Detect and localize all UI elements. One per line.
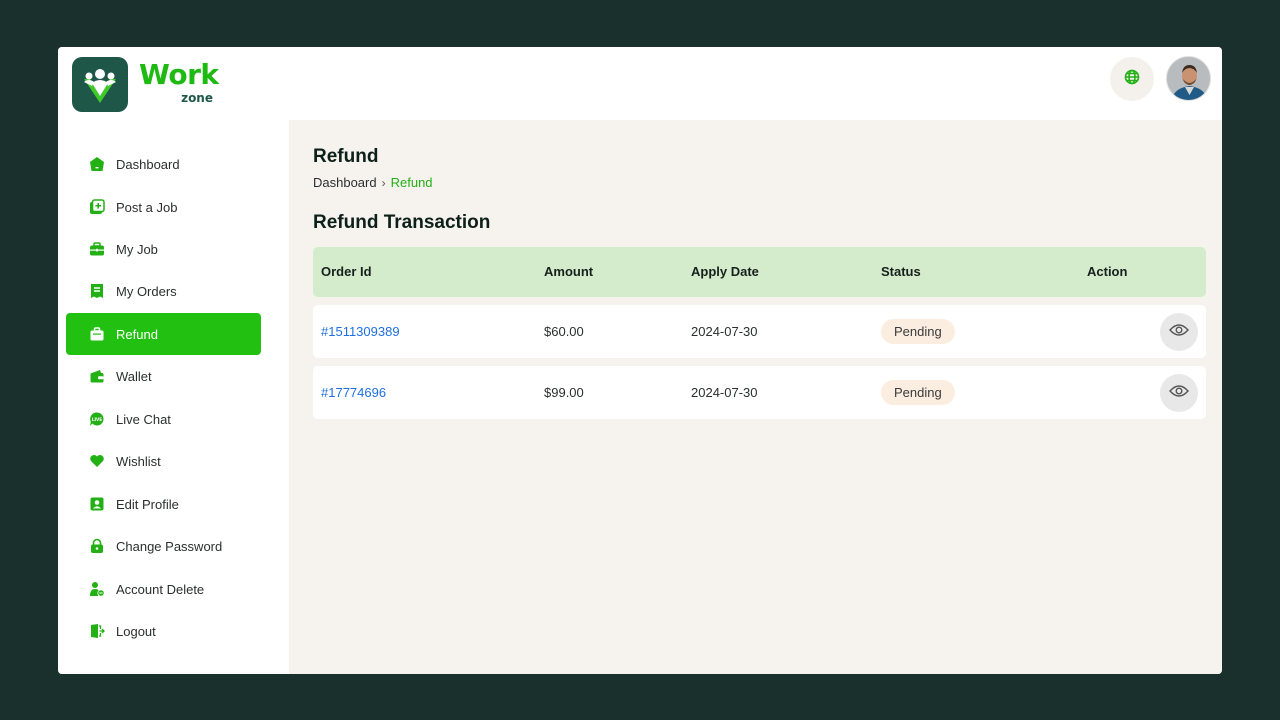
column-header-order-id: Order Id <box>321 264 372 279</box>
briefcase-icon <box>88 240 106 258</box>
user-delete-icon <box>88 580 106 598</box>
view-button[interactable] <box>1160 374 1198 412</box>
eye-icon <box>1169 384 1189 403</box>
top-header: Work zone <box>58 47 1222 120</box>
sidebar-item-label: My Job <box>116 241 158 257</box>
amount-cell: $60.00 <box>544 324 584 339</box>
logo-mark-icon <box>72 57 128 112</box>
sidebar-item-my-job[interactable]: My Job <box>66 228 261 270</box>
wallet-icon <box>88 367 106 385</box>
live-chat-icon: LIVE <box>88 410 106 428</box>
sidebar-item-label: Account Delete <box>116 581 205 597</box>
breadcrumb-current: Refund <box>390 175 433 190</box>
eye-icon <box>1169 323 1189 342</box>
table-row: #17774696 $99.00 2024-07-30 Pending <box>313 366 1206 419</box>
sidebar-item-change-password[interactable]: Change Password <box>66 525 261 567</box>
main-content: Refund Dashboard › Refund Refund Transac… <box>289 120 1222 674</box>
sidebar-item-label: Wishlist <box>116 453 161 469</box>
sidebar-item-wallet[interactable]: Wallet <box>66 355 261 397</box>
sidebar-item-label: Logout <box>116 623 156 639</box>
sidebar-item-edit-profile[interactable]: Edit Profile <box>66 483 261 525</box>
breadcrumb-home-link[interactable]: Dashboard <box>313 175 377 190</box>
profile-icon <box>88 495 106 513</box>
sidebar-item-label: Live Chat <box>116 411 171 427</box>
column-header-action: Action <box>1087 264 1128 279</box>
sidebar-item-account-delete[interactable]: Account Delete <box>66 568 261 610</box>
status-badge: Pending <box>881 380 955 405</box>
table-row: #1511309389 $60.00 2024-07-30 Pending <box>313 305 1206 358</box>
globe-icon <box>1124 69 1140 90</box>
app-window: Work zone Dashboard Post a Job My Job My… <box>58 47 1222 674</box>
sidebar-item-my-orders[interactable]: My Orders <box>66 270 261 312</box>
column-header-apply-date: Apply Date <box>691 264 759 279</box>
sidebar-item-wishlist[interactable]: Wishlist <box>66 440 261 482</box>
sidebar-item-live-chat[interactable]: LIVE Live Chat <box>66 398 261 440</box>
column-header-amount: Amount <box>544 264 594 279</box>
order-id-link[interactable]: #17774696 <box>321 366 386 419</box>
svg-text:LIVE: LIVE <box>92 417 102 422</box>
amount-cell: $99.00 <box>544 385 584 400</box>
user-avatar[interactable] <box>1166 56 1211 101</box>
lock-icon <box>88 537 106 555</box>
logout-icon <box>88 622 106 640</box>
sidebar-item-post-a-job[interactable]: Post a Job <box>66 186 261 228</box>
sidebar-item-label: Post a Job <box>116 199 178 215</box>
column-header-status: Status <box>881 264 921 279</box>
sidebar-item-label: Dashboard <box>116 156 180 172</box>
brand-logo[interactable]: Work zone <box>72 57 219 112</box>
sidebar-item-refund[interactable]: Refund <box>66 313 261 355</box>
brand-subname: zone <box>181 91 213 105</box>
orders-icon <box>88 282 106 300</box>
breadcrumb: Dashboard › Refund <box>313 175 433 190</box>
sidebar-item-label: Wallet <box>116 368 152 384</box>
sidebar-item-label: Change Password <box>116 538 223 554</box>
sidebar-nav: Dashboard Post a Job My Job My Orders Re… <box>58 120 289 674</box>
sidebar-item-logout[interactable]: Logout <box>66 610 261 652</box>
language-button[interactable] <box>1110 57 1154 101</box>
breadcrumb-separator-icon: › <box>381 175 386 190</box>
view-button[interactable] <box>1160 313 1198 351</box>
sidebar-item-dashboard[interactable]: Dashboard <box>66 143 261 185</box>
table-header: Order Id Amount Apply Date Status Action <box>313 247 1206 297</box>
apply-date-cell: 2024-07-30 <box>691 385 758 400</box>
section-title: Refund Transaction <box>313 212 491 233</box>
brand-name: Work <box>139 58 219 91</box>
sidebar-item-label: My Orders <box>116 283 177 299</box>
heart-icon <box>88 452 106 470</box>
post-job-icon <box>88 198 106 216</box>
page-title: Refund <box>313 146 379 167</box>
status-badge: Pending <box>881 319 955 344</box>
refund-icon <box>88 325 106 343</box>
sidebar-item-label: Refund <box>116 326 158 342</box>
home-icon <box>88 155 106 173</box>
sidebar-item-label: Edit Profile <box>116 496 179 512</box>
apply-date-cell: 2024-07-30 <box>691 324 758 339</box>
order-id-link[interactable]: #1511309389 <box>321 305 400 358</box>
